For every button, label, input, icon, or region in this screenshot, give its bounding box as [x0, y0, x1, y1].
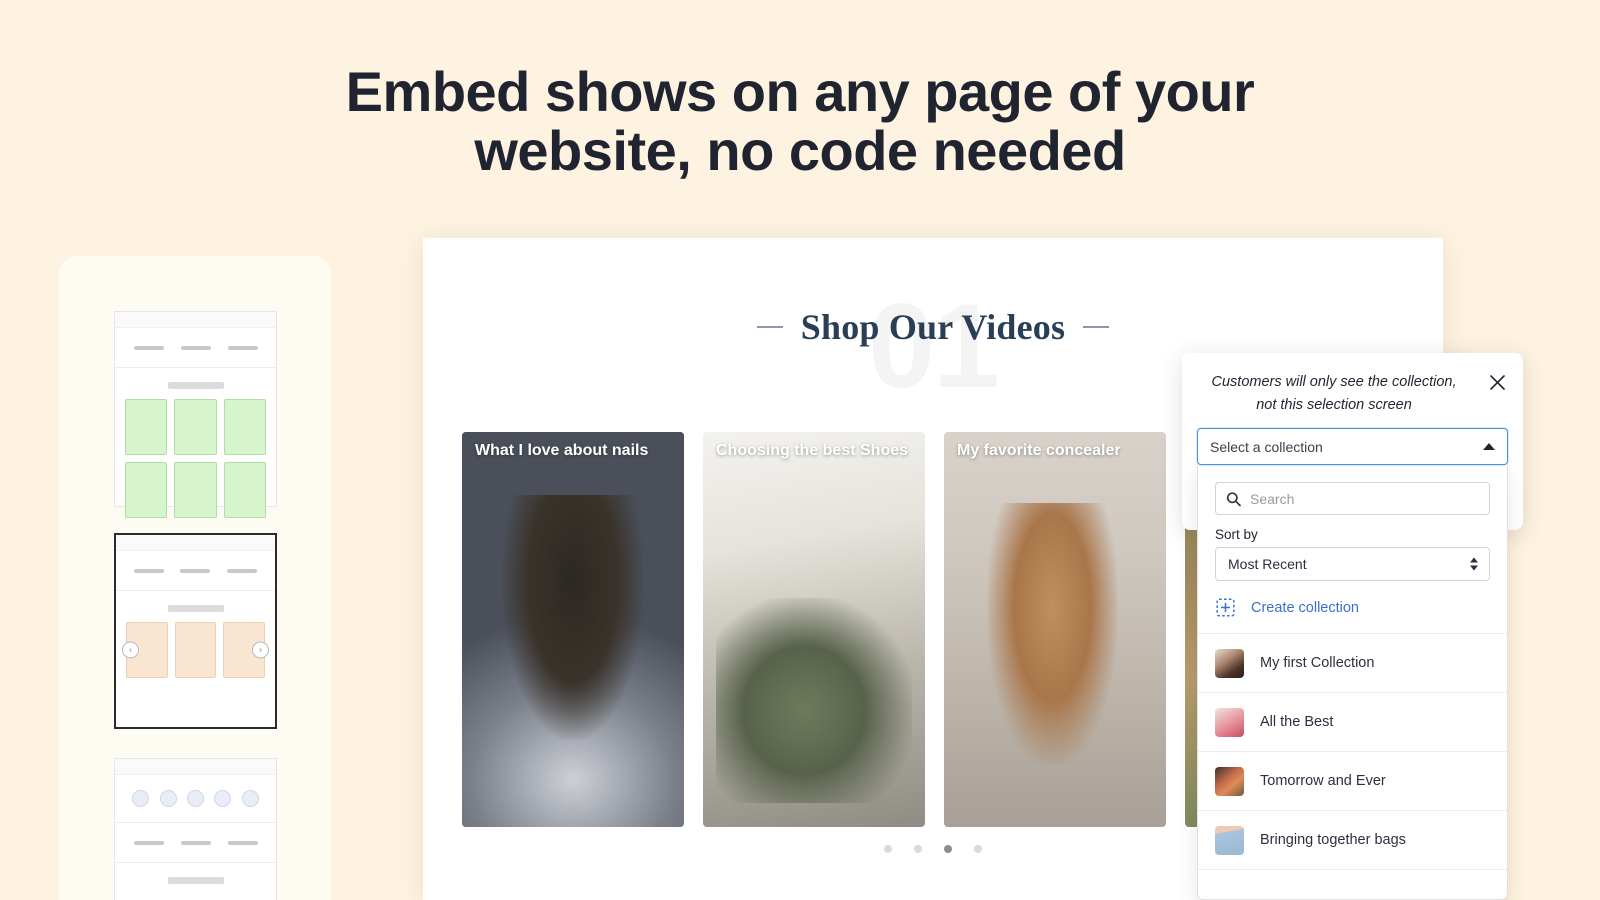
wireframe-cell	[174, 399, 217, 455]
video-card[interactable]: What I love about nails	[462, 432, 684, 827]
wireframe-cell	[125, 462, 168, 518]
video-thumbnail	[944, 432, 1166, 827]
dropdown-controls: Sort by Most Recent	[1198, 466, 1507, 581]
story-circle	[241, 790, 259, 807]
search-box[interactable]	[1215, 482, 1490, 515]
wireframe-cell	[223, 462, 266, 518]
wireframe-browser-bar	[115, 312, 276, 328]
story-circle	[132, 790, 150, 807]
list-item[interactable]: Bringing together bags	[1198, 811, 1507, 870]
collection-select-value: Select a collection	[1210, 438, 1323, 455]
page-title: Embed shows on any page of your website,…	[345, 60, 1255, 183]
video-card-title: Choosing the best Shoes	[716, 442, 909, 459]
list-item[interactable]: Tomorrow and Ever	[1198, 752, 1507, 811]
nav-placeholder	[180, 345, 211, 350]
rule-right	[1083, 326, 1110, 328]
video-card-title: What I love about nails	[475, 442, 649, 459]
story-circle	[159, 790, 177, 807]
collection-thumbnail	[1215, 825, 1244, 855]
collection-thumbnail	[1215, 766, 1244, 796]
wireframe-cell	[174, 622, 217, 678]
collection-label: Tomorrow and Ever	[1260, 773, 1386, 789]
chevron-up-icon	[1483, 443, 1495, 450]
story-circle	[214, 790, 232, 807]
wireframe-title-placeholder	[167, 605, 224, 612]
collection-label: My first Collection	[1260, 655, 1375, 671]
collection-label: Bringing together bags	[1260, 832, 1406, 848]
wireframe-grid	[115, 399, 276, 518]
layout-option-grid[interactable]	[114, 311, 277, 518]
search-input[interactable]	[1250, 490, 1489, 507]
nav-placeholder	[180, 840, 211, 845]
section-title: Shop Our Videos	[800, 307, 1066, 347]
wireframe-cell	[174, 462, 217, 518]
section-title-row: Shop Our Videos	[423, 306, 1443, 348]
layout-picker-panel: ‹ ›	[59, 256, 331, 900]
wireframe-title-placeholder	[167, 382, 224, 389]
layout-option-carousel[interactable]: ‹ ›	[114, 533, 277, 729]
sort-by-select[interactable]: Most Recent	[1215, 547, 1490, 581]
wireframe-nav-row	[116, 551, 275, 591]
pagination-dot-active[interactable]	[944, 845, 952, 853]
video-card[interactable]: Choosing the best Shoes	[703, 432, 925, 827]
stepper-icon	[1470, 557, 1478, 571]
nav-placeholder	[227, 840, 258, 845]
pagination-dot[interactable]	[974, 845, 982, 853]
carousel-prev-icon[interactable]: ‹	[122, 641, 139, 659]
carousel-next-icon[interactable]: ›	[252, 641, 269, 659]
pagination-dot[interactable]	[884, 845, 892, 853]
collection-select[interactable]: Select a collection	[1197, 428, 1508, 465]
nav-placeholder	[133, 345, 164, 350]
wireframe-browser-bar	[116, 535, 275, 551]
create-collection-label: Create collection	[1251, 599, 1359, 616]
collection-thumbnail	[1215, 648, 1244, 678]
video-thumbnail	[703, 432, 925, 827]
close-icon[interactable]	[1486, 371, 1508, 393]
search-icon	[1226, 491, 1241, 506]
list-item[interactable]: All the Best	[1198, 693, 1507, 752]
layout-option-stories[interactable]	[114, 758, 277, 900]
nav-placeholder	[227, 345, 258, 350]
wireframe-cell	[125, 399, 168, 455]
wireframe-story-circles	[115, 775, 276, 823]
sort-by-label: Sort by	[1215, 527, 1258, 542]
video-card[interactable]: My favorite concealer	[944, 432, 1166, 827]
add-square-icon	[1216, 598, 1235, 617]
rule-left	[756, 326, 783, 328]
wireframe-title-placeholder	[167, 877, 224, 884]
nav-placeholder	[134, 568, 165, 573]
video-card-title: My favorite concealer	[957, 442, 1121, 459]
wireframe-nav-row	[115, 823, 276, 863]
nav-placeholder	[226, 568, 257, 573]
story-circle	[186, 790, 204, 807]
picker-note: Customers will only see the collection, …	[1211, 374, 1457, 414]
collection-label: All the Best	[1260, 714, 1334, 730]
collection-dropdown: Sort by Most Recent Create collection My…	[1197, 466, 1508, 900]
wireframe-cell	[223, 399, 266, 455]
create-collection-row[interactable]: Create collection	[1198, 581, 1507, 634]
pagination-dot[interactable]	[914, 845, 922, 853]
nav-placeholder	[180, 568, 211, 573]
video-thumbnail	[462, 432, 684, 827]
collection-thumbnail	[1215, 707, 1244, 737]
wireframe-carousel: ‹ ›	[116, 622, 275, 678]
wireframe-nav-row	[115, 328, 276, 368]
sort-by-value: Most Recent	[1228, 556, 1307, 572]
page-root: Embed shows on any page of your website,…	[0, 0, 1600, 900]
wireframe-browser-bar	[115, 759, 276, 775]
nav-placeholder	[133, 840, 164, 845]
list-item[interactable]: My first Collection	[1198, 634, 1507, 693]
